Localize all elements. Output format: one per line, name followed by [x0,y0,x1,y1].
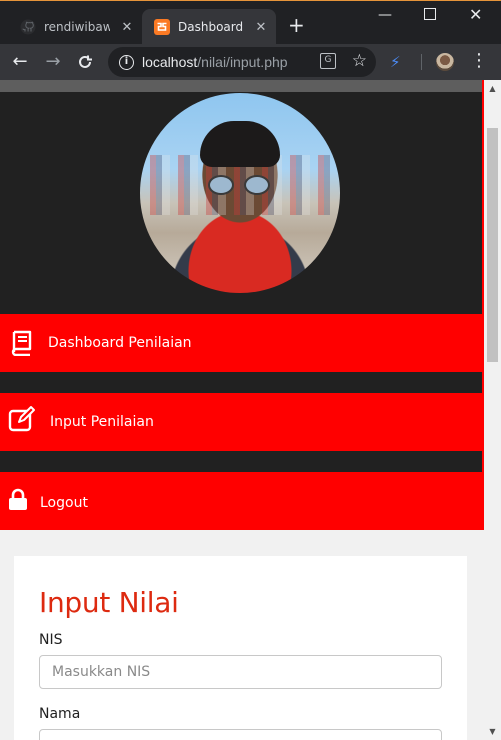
forward-arrow-icon[interactable]: → [42,51,64,73]
xampp-icon [154,19,170,35]
form-card: Input Nilai NIS Nama [14,556,467,740]
sidebar-item-logout[interactable]: Logout [0,472,482,530]
sidebar-item-label: Input Penilaian [50,414,154,430]
sidebar-item-label: Dashboard Penilaian [48,335,192,351]
page-scrollbar[interactable]: ▲ ▼ [484,80,501,740]
tab-title: rendiwibawa [44,20,110,34]
url-text: localhost/nilai/input.php [142,54,288,70]
tab-title: Dashboard ko [178,20,244,34]
toolbar-separator [421,54,422,70]
url-host: localhost [142,54,198,70]
browser-toolbar: ← → i localhost/nilai/input.php G ☆ ⚡ ⋮ [0,44,501,80]
header-strip [0,80,482,92]
nis-input[interactable] [39,655,442,689]
profile-section [0,92,482,314]
book-icon [11,330,32,356]
sidebar-item-input[interactable]: Input Penilaian [0,393,482,451]
minimize-icon[interactable]: — [378,7,392,23]
menu-divider [0,451,482,472]
site-info-icon[interactable]: i [119,54,134,70]
browser-tab-github[interactable]: rendiwibawa ✕ [8,9,138,45]
reload-icon[interactable] [76,53,94,71]
profile-avatar-icon[interactable] [436,53,454,71]
scroll-up-arrow-icon[interactable]: ▲ [484,80,501,97]
lock-icon [9,488,27,510]
nama-input[interactable] [39,729,442,740]
address-bar[interactable]: i localhost/nilai/input.php G ☆ [108,47,376,77]
bookmark-star-icon[interactable]: ☆ [352,51,367,71]
close-tab-icon[interactable]: ✕ [120,20,134,35]
plus-icon[interactable]: + [288,15,305,35]
translate-icon[interactable]: G [320,53,336,69]
maximize-icon[interactable] [424,8,436,20]
close-tab-icon[interactable]: ✕ [254,20,268,35]
scroll-thumb[interactable] [487,128,498,362]
menu-divider [0,372,482,393]
edit-icon [8,406,35,432]
nama-label: Nama [39,706,81,722]
browser-tab-bar: rendiwibawa ✕ Dashboard ko ✕ + — ✕ [0,0,501,45]
url-path: /nilai/input.php [197,54,288,70]
github-icon [20,19,36,35]
nis-label: NIS [39,632,63,648]
page-viewport: Dashboard Penilaian Input Penilaian Logo… [0,80,484,740]
scroll-down-arrow-icon[interactable]: ▼ [484,723,501,740]
profile-photo [140,93,340,293]
back-arrow-icon[interactable]: ← [9,51,31,73]
browser-tab-dashboard[interactable]: Dashboard ko ✕ [142,9,276,45]
sidebar-item-label: Logout [40,495,88,511]
extension-icon[interactable]: ⚡ [390,54,406,70]
close-window-icon[interactable]: ✕ [469,5,482,24]
sidebar-item-dashboard[interactable]: Dashboard Penilaian [0,314,482,372]
menu-kebab-icon[interactable]: ⋮ [470,52,488,70]
page-title: Input Nilai [39,586,179,619]
